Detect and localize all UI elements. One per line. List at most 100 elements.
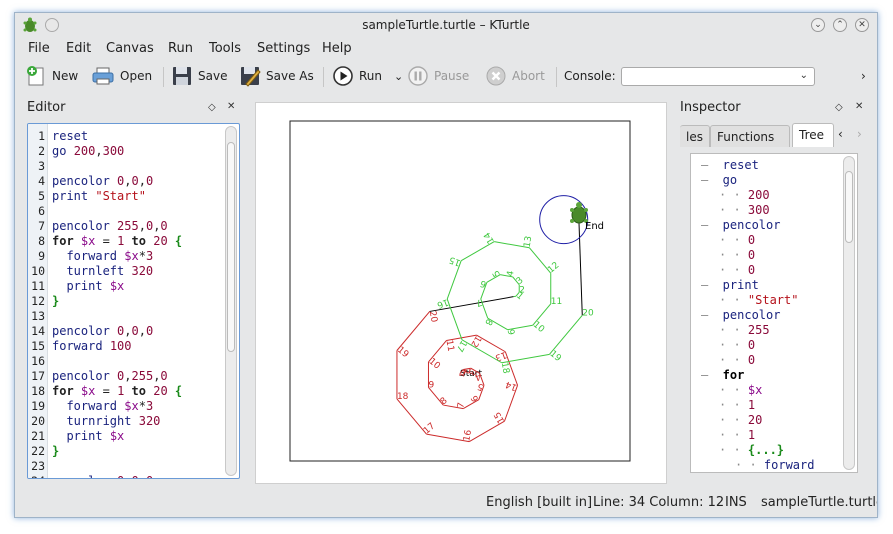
- save-button[interactable]: Save: [171, 64, 227, 88]
- tree-node[interactable]: · · forward: [735, 458, 814, 472]
- line-number: 24: [28, 474, 45, 478]
- line-number: 22: [31, 444, 45, 458]
- run-speed-chevron-icon[interactable]: ⌄: [394, 70, 403, 83]
- tree-expander[interactable]: –: [701, 278, 715, 292]
- run-button[interactable]: Run ⌄: [332, 64, 403, 88]
- tree-connector: · ·: [719, 443, 741, 457]
- tree-expander[interactable]: –: [701, 218, 715, 232]
- menu-run[interactable]: Run: [168, 41, 193, 56]
- tree-node[interactable]: · · 0: [719, 263, 755, 278]
- tab-tree[interactable]: Tree: [792, 123, 834, 147]
- toolbar-overflow-chevron-icon[interactable]: ›: [861, 64, 866, 88]
- main-toolbar: New Open Save Save As Run ⌄ Pause Abort: [15, 61, 877, 91]
- tree-node[interactable]: · · 255: [719, 323, 770, 338]
- tree-node[interactable]: – pencolor: [701, 308, 780, 323]
- code-editor[interactable]: 1 reset 2 go 200,300 3 4 pencolor 0,0,0 5 print …: [27, 123, 240, 479]
- code-line: 17 pencolor 0,255,0: [28, 369, 228, 384]
- tree-node[interactable]: · · 0: [719, 353, 755, 368]
- red-step-label: 20: [427, 310, 439, 323]
- printer-open-icon: [92, 67, 114, 85]
- tree-connector: · ·: [719, 338, 741, 352]
- tree-node[interactable]: · · $x: [719, 383, 762, 398]
- line-number: 19: [31, 399, 45, 413]
- tree-expander[interactable]: –: [701, 173, 715, 187]
- menu-file[interactable]: File: [28, 41, 50, 56]
- code-line: 18 for $x = 1 to 20 {: [28, 384, 228, 399]
- code-line: 2 go 200,300: [28, 144, 228, 159]
- line-number: 6: [38, 204, 45, 218]
- inspector-close-icon[interactable]: ✕: [855, 101, 863, 112]
- pause-label: Pause: [434, 69, 470, 83]
- tree-expander[interactable]: –: [701, 368, 715, 382]
- tree-node[interactable]: · · 0: [719, 233, 755, 248]
- minimize-button[interactable]: ⌄: [811, 18, 825, 32]
- maximize-button[interactable]: ⌃: [833, 18, 847, 32]
- red-step-label: 9: [428, 380, 434, 390]
- console-dropdown-chevron-icon[interactable]: ⌄: [800, 70, 808, 81]
- code-line: 12}: [28, 294, 228, 309]
- tree-node-label: go: [715, 173, 738, 187]
- tree-node[interactable]: – pencolor: [701, 218, 780, 233]
- tree-scroll-thumb[interactable]: [845, 171, 853, 243]
- open-button[interactable]: Open: [91, 64, 152, 88]
- turtle-canvas-area[interactable]: Start 1 2 3 4 5 6 7 8 9 10 11 12 13 14 15 16 17 18 19 20 1 2 3 4…: [255, 102, 667, 484]
- tree-expander[interactable]: –: [701, 308, 715, 322]
- tree-node[interactable]: · · 0: [719, 248, 755, 263]
- tree-node-label: 1: [740, 398, 756, 412]
- pause-button[interactable]: Pause: [407, 64, 469, 88]
- code-text: forward $x*3: [66, 249, 154, 263]
- tabs-scroll-left-icon[interactable]: ‹: [838, 127, 843, 141]
- save-as-button[interactable]: Save As: [239, 64, 314, 88]
- tree-node-label: pencolor: [715, 218, 781, 232]
- tree-node[interactable]: · · {...}: [719, 443, 784, 458]
- menu-help[interactable]: Help: [322, 41, 352, 56]
- tree-node[interactable]: · · 200: [719, 188, 770, 203]
- code-text: pencolor 0,0,0: [52, 324, 154, 338]
- close-window-button[interactable]: ✕: [855, 18, 869, 32]
- tree-node[interactable]: – for: [701, 368, 744, 383]
- tree-node[interactable]: · · "Start": [719, 293, 798, 308]
- inspector-float-icon[interactable]: ◇: [835, 102, 843, 113]
- open-label: Open: [120, 69, 153, 83]
- line-number: 20: [31, 414, 45, 428]
- tree-node[interactable]: · · 1: [719, 428, 755, 443]
- tree-expander[interactable]: –: [701, 158, 715, 172]
- inspector-tree[interactable]: – reset – go · · 200 · · 300– pencolor · · 0…: [690, 153, 858, 473]
- title-bar: sampleTurtle.turtle – KTurtle ⌄ ⌃ ✕: [15, 13, 877, 37]
- tree-connector: · ·: [719, 413, 741, 427]
- red-step-label: 18: [397, 392, 409, 402]
- tree-node[interactable]: · · 300: [719, 203, 770, 218]
- tree-node[interactable]: · · 1: [719, 398, 755, 413]
- code-text: pencolor 255,0,0: [52, 219, 168, 233]
- editor-float-icon[interactable]: ◇: [208, 102, 216, 113]
- code-line: 3: [28, 159, 228, 174]
- new-button[interactable]: New: [25, 64, 78, 88]
- editor-vertical-scrollbar[interactable]: [225, 126, 237, 476]
- tree-vertical-scrollbar[interactable]: [843, 156, 855, 470]
- line-number: 14: [31, 324, 45, 338]
- tree-node[interactable]: – go: [701, 173, 737, 188]
- code-line: 11 print $x: [28, 279, 228, 294]
- end-label: End: [585, 221, 604, 232]
- status-cursor-position: Line: 34 Column: 12: [593, 495, 725, 510]
- line-number: 12: [31, 294, 45, 308]
- menu-canvas[interactable]: Canvas: [106, 41, 154, 56]
- menu-settings[interactable]: Settings: [257, 41, 310, 56]
- tree-node[interactable]: – reset: [701, 158, 759, 173]
- tree-node[interactable]: · · 20: [719, 413, 762, 428]
- tree-node[interactable]: – print: [701, 278, 759, 293]
- console-input[interactable]: ⌄: [621, 67, 815, 86]
- tab-variables[interactable]: les: [680, 125, 710, 147]
- code-text: pencolor 0,255,0: [52, 369, 168, 383]
- line-number: 23: [31, 459, 45, 473]
- tab-functions[interactable]: Functions: [710, 125, 790, 147]
- editor-scroll-thumb[interactable]: [227, 142, 235, 352]
- tabs-scroll-right-icon[interactable]: ›: [857, 127, 862, 141]
- abort-button[interactable]: Abort: [485, 64, 545, 88]
- line-number: 7: [38, 219, 45, 233]
- menu-edit[interactable]: Edit: [66, 41, 91, 56]
- line-number: 5: [38, 189, 45, 203]
- editor-close-icon[interactable]: ✕: [227, 101, 235, 112]
- menu-tools[interactable]: Tools: [209, 41, 241, 56]
- tree-node[interactable]: · · 0: [719, 338, 755, 353]
